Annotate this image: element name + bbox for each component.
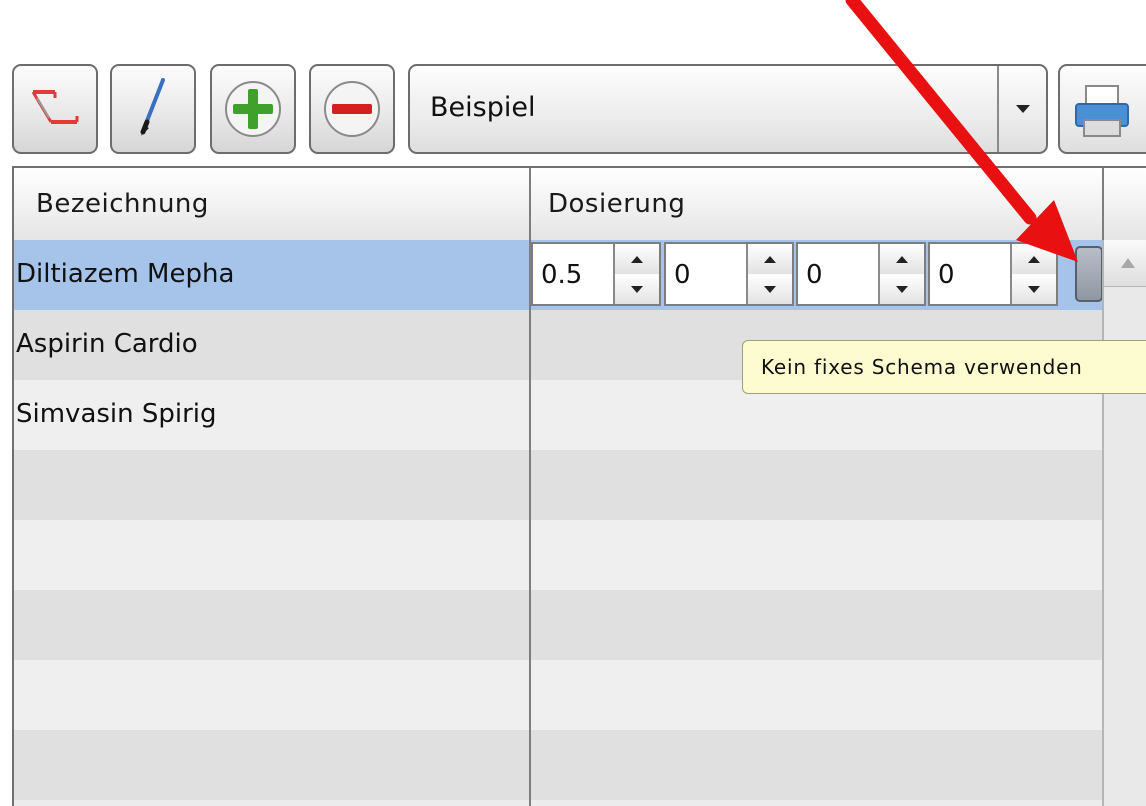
annotation-arrow-icon — [845, 0, 1078, 262]
